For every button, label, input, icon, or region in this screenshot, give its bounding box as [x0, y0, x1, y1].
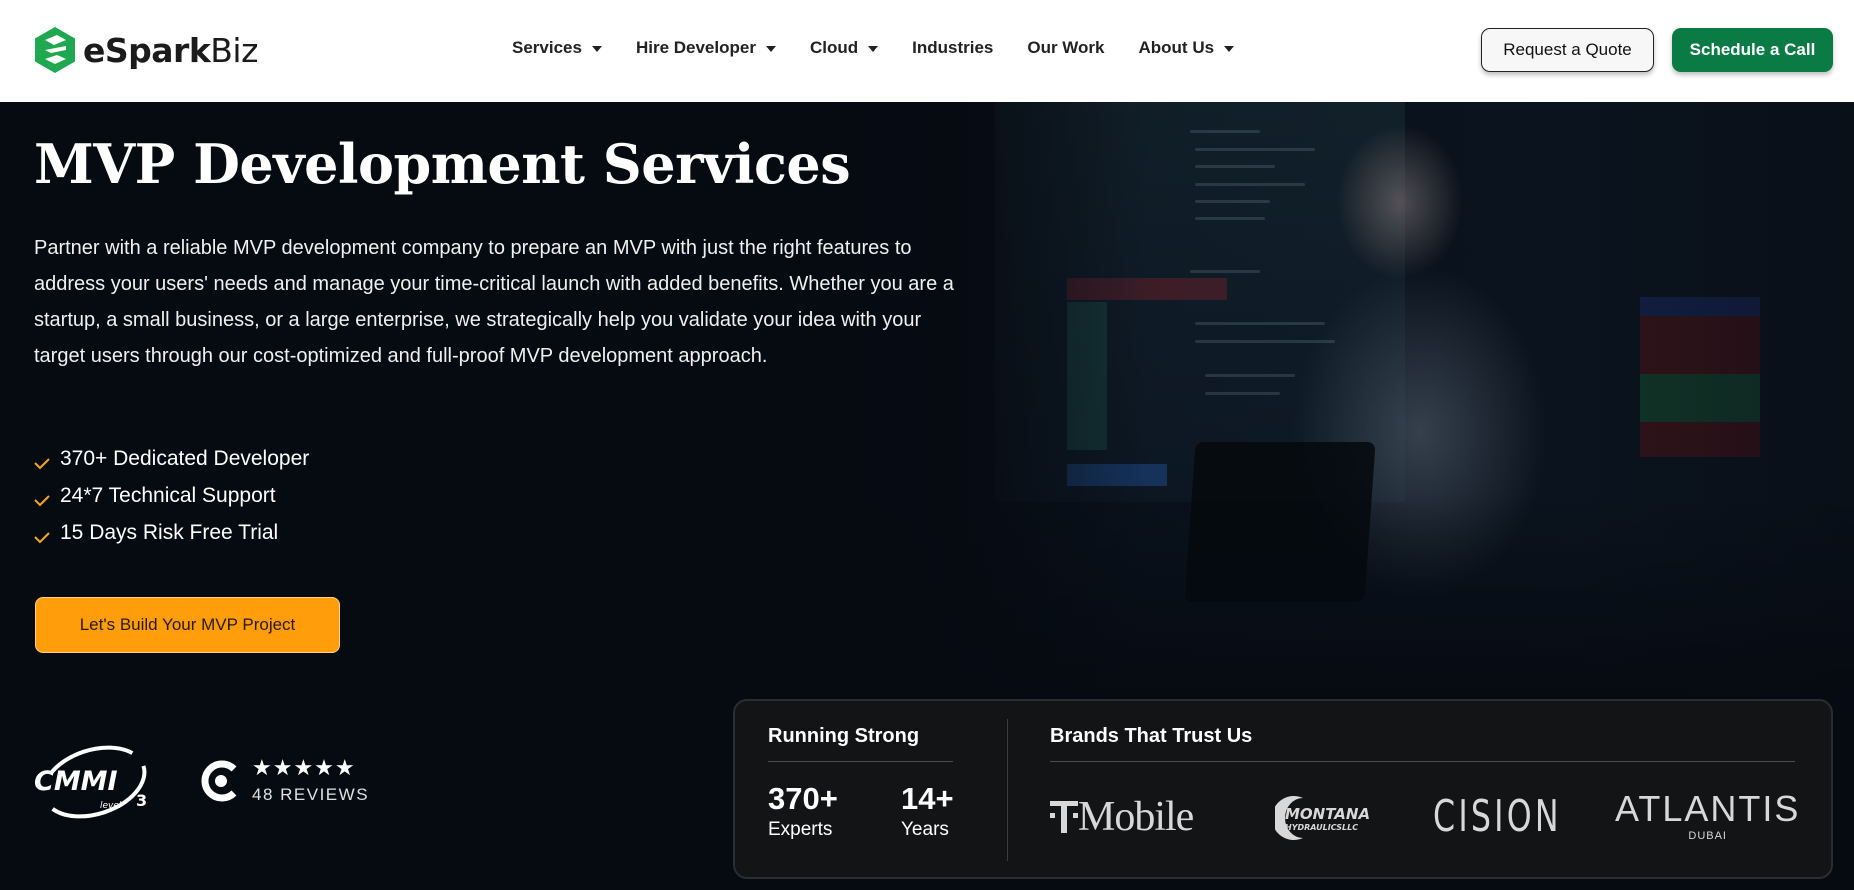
clutch-rating: ★★★★★ 48 REVIEWS [252, 757, 369, 805]
stat-label: Experts [768, 819, 833, 840]
nav-our-work[interactable]: Our Work [1027, 38, 1104, 58]
nav-label: Our Work [1027, 38, 1105, 57]
atlantis-subtitle: DUBAI [1688, 830, 1727, 842]
caret-down-icon [1224, 46, 1235, 52]
cmmi-text: CMMI [34, 766, 118, 797]
feature-label: 24*7 Technical Support [60, 483, 276, 507]
clutch-reviews-badge[interactable]: ★★★★★ 48 REVIEWS [200, 757, 369, 805]
caret-down-icon [765, 46, 776, 52]
feature-list: 370+ Dedicated Developer 24*7 Technical … [32, 440, 309, 551]
nav-label: Services [512, 38, 582, 57]
build-mvp-cta-button[interactable]: Let's Build Your MVP Project [35, 597, 340, 653]
stat-years: 14+ Years [901, 781, 954, 841]
stat-value: 14+ [901, 781, 954, 816]
cmmi-level-number: 3 [136, 791, 147, 810]
stat-value: 370+ [768, 781, 838, 816]
main-nav: Services Hire Developer Cloud Industries… [512, 38, 1268, 58]
star-rating: ★★★★★ [252, 755, 356, 780]
atlantis-wordmark: ATLANTIS [1615, 788, 1801, 829]
brand-logo[interactable]: eSparkBiz [33, 26, 258, 74]
nav-label: About Us [1138, 38, 1215, 57]
brand-logo-atlantis: ATLANTIS DUBAI [1615, 788, 1801, 843]
cmmi-level-3-badge[interactable]: CMMI level 3 [32, 740, 152, 830]
running-strong-title: Running Strong [768, 725, 920, 747]
nav-about-us[interactable]: About Us [1139, 38, 1235, 58]
schedule-call-button[interactable]: Schedule a Call [1672, 28, 1833, 72]
feature-item: 15 Days Risk Free Trial [32, 514, 309, 551]
site-header: eSparkBiz Services Hire Developer Cloud … [0, 0, 1854, 102]
montana-line2: HYDRAULICSLLC [1285, 823, 1358, 832]
montana-hydraulics-logo: MONTANA HYDRAULICSLLC [1275, 796, 1370, 840]
brand-logo-montana: MONTANA HYDRAULICSLLC [1275, 794, 1381, 842]
tmobile-t-icon [1050, 801, 1078, 833]
feature-label: 370+ Dedicated Developer [60, 446, 310, 470]
vertical-divider [1007, 719, 1008, 861]
brand-name: eSparkBiz [83, 31, 258, 70]
feature-label: 15 Days Risk Free Trial [60, 520, 279, 544]
page-title: MVP Development Services [34, 132, 851, 196]
brand-logo-tmobile: Mobile [1050, 793, 1194, 841]
caret-down-icon [868, 46, 879, 52]
reviews-count: 48 REVIEWS [252, 785, 370, 804]
nav-label: Industries [912, 38, 994, 57]
nav-label: Cloud [809, 38, 859, 57]
tmobile-wordmark: Mobile [1078, 794, 1194, 840]
espark-logo-icon [35, 27, 75, 73]
request-quote-button[interactable]: Request a Quote [1481, 28, 1654, 72]
brand-name-light: Biz [210, 30, 258, 70]
stat-experts: 370+ Experts [768, 781, 838, 841]
check-icon [34, 494, 50, 506]
feature-item: 24*7 Technical Support [32, 477, 309, 514]
nav-industries[interactable]: Industries [912, 38, 993, 58]
stat-label: Years [901, 819, 949, 840]
clutch-logo-icon [201, 760, 237, 802]
nav-services[interactable]: Services [512, 38, 602, 58]
feature-item: 370+ Dedicated Developer [32, 440, 309, 477]
brand-name-bold: eSpark [83, 30, 211, 70]
caret-down-icon [591, 46, 602, 52]
cision-wordmark: CISION [1433, 791, 1562, 842]
brands-title: Brands That Trust Us [1050, 725, 1253, 747]
nav-cloud[interactable]: Cloud [809, 38, 879, 58]
cmmi-level-word: level [100, 801, 122, 811]
brand-logo-cision: CISION [1433, 791, 1562, 842]
hero-section: MVP Development Services Partner with a … [0, 102, 1854, 890]
hero-description: Partner with a reliable MVP development … [34, 237, 954, 367]
nav-label: Hire Developer [635, 38, 756, 57]
check-icon [34, 531, 50, 543]
check-icon [34, 457, 50, 469]
montana-line1: MONTANA [1285, 805, 1370, 823]
divider [768, 761, 953, 762]
stats-card: Running Strong 370+ Experts 14+ Years Br… [733, 699, 1833, 879]
divider [1050, 761, 1795, 762]
nav-hire-developer[interactable]: Hire Developer [636, 38, 776, 58]
